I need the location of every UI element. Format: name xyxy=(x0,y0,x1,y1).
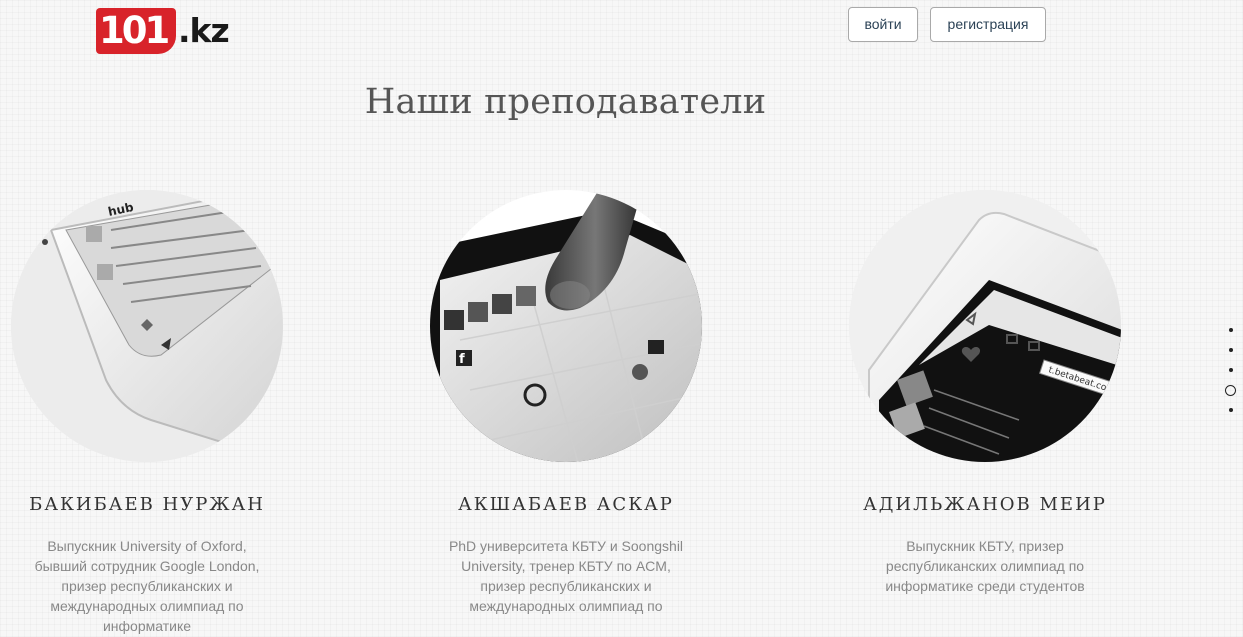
teacher-card: t.betabeat.com/b АДИЛЬЖАНОВ МЕИР Выпускн… xyxy=(849,190,1121,594)
nav-dot[interactable] xyxy=(1229,368,1233,372)
nav-dot[interactable] xyxy=(1229,408,1233,412)
page-title: Наши преподаватели xyxy=(364,82,767,122)
teacher-photo: f xyxy=(430,190,702,462)
ipad-image: t.betabeat.com/b xyxy=(849,190,1121,462)
logo-digits: 101 xyxy=(99,9,170,52)
register-button[interactable]: регистрация xyxy=(930,7,1046,42)
site-logo[interactable]: 101 .kz xyxy=(96,6,230,56)
teacher-photo: t.betabeat.com/b xyxy=(849,190,1121,462)
teacher-name: АКШАБАЕВ АСКАР xyxy=(458,494,674,515)
teacher-name: БАКИБАЕВ НУРЖАН xyxy=(29,494,265,515)
teacher-name: АДИЛЬЖАНОВ МЕИР xyxy=(863,494,1107,515)
tablet-touch-image: f xyxy=(430,190,702,462)
login-button[interactable]: войти xyxy=(848,7,918,42)
teacher-bio: PhD университета КБТУ и Soongshil Univer… xyxy=(448,538,684,614)
teacher-card: hub БАКИБАЕВ НУРЖАН Выпускник University… xyxy=(11,190,283,634)
nav-dot[interactable] xyxy=(1229,328,1233,332)
tablet-image: hub xyxy=(11,190,283,462)
logo-domain: .kz xyxy=(178,11,230,50)
nav-dot-active[interactable] xyxy=(1225,385,1236,396)
teacher-bio: Выпускник КБТУ, призер республиканских о… xyxy=(885,538,1085,594)
nav-dot[interactable] xyxy=(1229,348,1233,352)
teacher-card: f АКШАБАЕВ АСКАР PhD университета КБТУ и… xyxy=(430,190,702,614)
teacher-bio: Выпускник University of Oxford, бывший с… xyxy=(34,538,260,634)
teacher-photo: hub xyxy=(11,190,283,462)
svg-text:f: f xyxy=(459,352,465,367)
